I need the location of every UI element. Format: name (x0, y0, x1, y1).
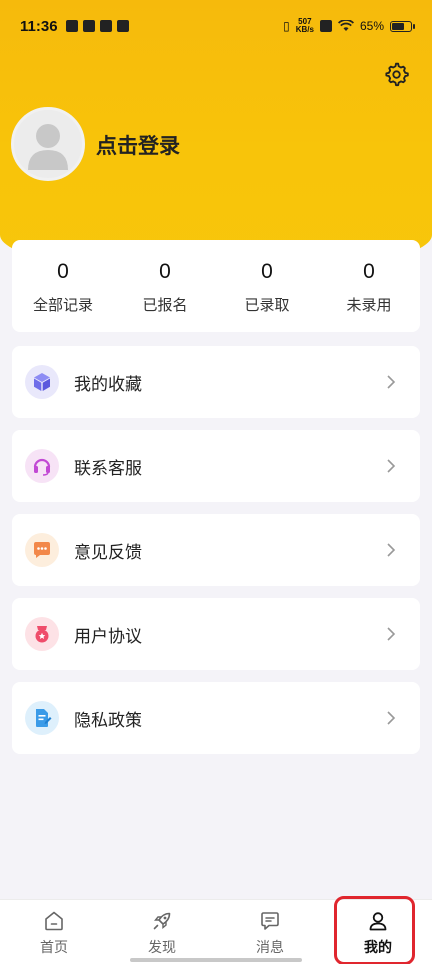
home-icon (45, 911, 63, 931)
menu-item-label: 我的收藏 (74, 374, 142, 394)
menu-item-favorites[interactable]: 我的收藏 (12, 346, 420, 418)
menu-item-label: 联系客服 (74, 458, 142, 478)
menu-item-privacy-policy[interactable]: 隐私政策 (12, 682, 420, 754)
avatar[interactable] (11, 107, 85, 181)
menu-item-label: 隐私政策 (74, 710, 142, 730)
stat-label: 已报名 (142, 296, 188, 314)
sim-icon (319, 20, 332, 32)
menu-item-label: 用户协议 (74, 626, 142, 646)
chevron-right-icon (387, 627, 396, 641)
battery-percent: 65% (359, 19, 384, 33)
tab-messages[interactable]: 消息 (216, 900, 324, 964)
rocket-icon (153, 912, 171, 930)
stat-label: 未录用 (346, 296, 392, 314)
default-avatar-icon (28, 124, 68, 170)
stat-label: 已录取 (244, 296, 290, 314)
wechat-icon (82, 20, 95, 32)
status-time: 11:36 (20, 17, 58, 35)
cube-icon (25, 365, 59, 399)
app-notification-icon (65, 20, 78, 32)
vibrate-icon: ▯ (283, 19, 290, 33)
tab-label: 消息 (256, 939, 284, 955)
login-link[interactable]: 点击登录 (96, 130, 180, 160)
chevron-right-icon (387, 543, 396, 557)
tab-discover[interactable]: 发现 (108, 900, 216, 964)
stat-not-hired[interactable]: 0 未录用 (318, 240, 420, 332)
stat-value: 0 (57, 259, 69, 283)
stats-card: 0 全部记录 0 已报名 0 已录取 0 未录用 (12, 240, 420, 332)
chat-bubble-icon (25, 533, 59, 567)
home-indicator[interactable] (130, 958, 302, 962)
tab-label: 发现 (148, 939, 176, 955)
wifi-icon (337, 20, 354, 31)
headset-icon (25, 449, 59, 483)
notification-icons (65, 20, 129, 32)
chevron-right-icon (387, 375, 396, 389)
stat-admitted[interactable]: 0 已录取 (216, 240, 318, 332)
stat-label: 全部记录 (32, 296, 93, 314)
stat-all-records[interactable]: 0 全部记录 (12, 240, 114, 332)
message-icon (261, 912, 279, 930)
document-icon (25, 701, 59, 735)
stat-registered[interactable]: 0 已报名 (114, 240, 216, 332)
net-speed: 507 KB/s (296, 18, 314, 34)
menu-item-label: 意见反馈 (74, 542, 142, 562)
settings-gear-icon[interactable] (383, 61, 409, 87)
app-notification-icon (116, 20, 129, 32)
active-tab-highlight-box (334, 896, 415, 964)
badge-icon (25, 617, 59, 651)
stat-value: 0 (363, 259, 375, 283)
stat-value: 0 (159, 259, 171, 283)
battery-icon (390, 20, 415, 32)
net-speed-unit: KB/s (295, 25, 314, 34)
chevron-right-icon (387, 711, 396, 725)
tab-home[interactable]: 首页 (0, 900, 108, 964)
chevron-right-icon (387, 459, 396, 473)
menu-item-user-agreement[interactable]: 用户协议 (12, 598, 420, 670)
stat-value: 0 (261, 259, 273, 283)
tiktok-icon (99, 20, 112, 32)
menu-item-customer-service[interactable]: 联系客服 (12, 430, 420, 502)
status-bar: 11:36 ▯ 507 KB/s 65% (0, 0, 432, 52)
tab-label: 首页 (40, 939, 68, 955)
menu-item-feedback[interactable]: 意见反馈 (12, 514, 420, 586)
